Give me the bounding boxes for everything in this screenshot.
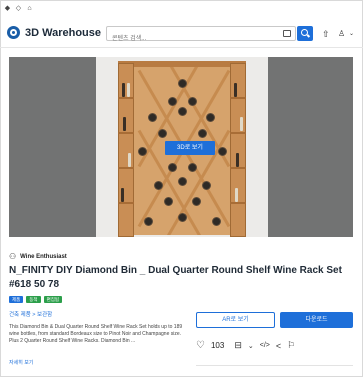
download-button[interactable]: 다운로드	[280, 312, 353, 328]
badge-list: 제품 동적 편집됨	[9, 296, 62, 303]
view-3d-button[interactable]: 3D로 보기	[165, 141, 215, 155]
model-preview[interactable]: 3D로 보기	[9, 57, 353, 237]
logo-text: 3D Warehouse	[25, 26, 102, 39]
chevron-down-icon[interactable]: ⌄	[349, 30, 354, 37]
site-header: 3D Warehouse ⇧ ♙ ⌄	[0, 18, 363, 48]
share-icon[interactable]: <	[276, 341, 281, 351]
window-chrome: ◆ ◇ ⌂	[4, 4, 33, 13]
model-title: N_FINITY DIY Diamond Bin _ Dual Quarter …	[9, 265, 342, 290]
home-icon[interactable]: ⌂	[26, 5, 33, 12]
divider	[196, 365, 353, 366]
like-count: 103	[210, 341, 225, 350]
collection-icon[interactable]: ⊟	[234, 340, 242, 351]
read-more-link[interactable]: 자세히 보기	[9, 359, 33, 366]
search-input[interactable]	[107, 32, 257, 46]
logo[interactable]: 3D Warehouse	[7, 26, 101, 39]
badge-edited: 편집됨	[43, 296, 62, 303]
image-search-icon[interactable]	[283, 30, 291, 37]
diamond-icon[interactable]: ◆	[4, 5, 11, 12]
author-name[interactable]: Wine Enthusiast	[20, 254, 67, 260]
badge-product: 제품	[9, 296, 24, 303]
heart-icon[interactable]: ♡	[196, 340, 205, 351]
embed-code-icon[interactable]: </>	[260, 342, 270, 349]
logo-mark-icon	[7, 26, 20, 39]
chevron-down-icon[interactable]: ⌄	[248, 342, 254, 350]
breadcrumb[interactable]: 건축 제품 > 보관함	[9, 310, 52, 318]
diamond-icon[interactable]: ◇	[15, 5, 22, 12]
action-bar: ♡ 103 ⊟ ⌄ </> < ⚐	[196, 340, 295, 351]
search-box	[106, 26, 296, 46]
users-icon: ⚇	[9, 252, 17, 261]
ar-view-button[interactable]: AR로 보기	[196, 312, 275, 328]
author-row[interactable]: ⚇ Wine Enthusiast	[9, 252, 67, 261]
badge-dynamic: 동적	[26, 296, 41, 303]
search-button[interactable]	[297, 26, 313, 41]
upload-icon[interactable]: ⇧	[322, 29, 330, 40]
flag-icon[interactable]: ⚐	[287, 340, 295, 351]
user-icon[interactable]: ♙	[338, 29, 345, 38]
model-description: This Diamond Bin & Dual Quarter Round Sh…	[9, 324, 183, 344]
